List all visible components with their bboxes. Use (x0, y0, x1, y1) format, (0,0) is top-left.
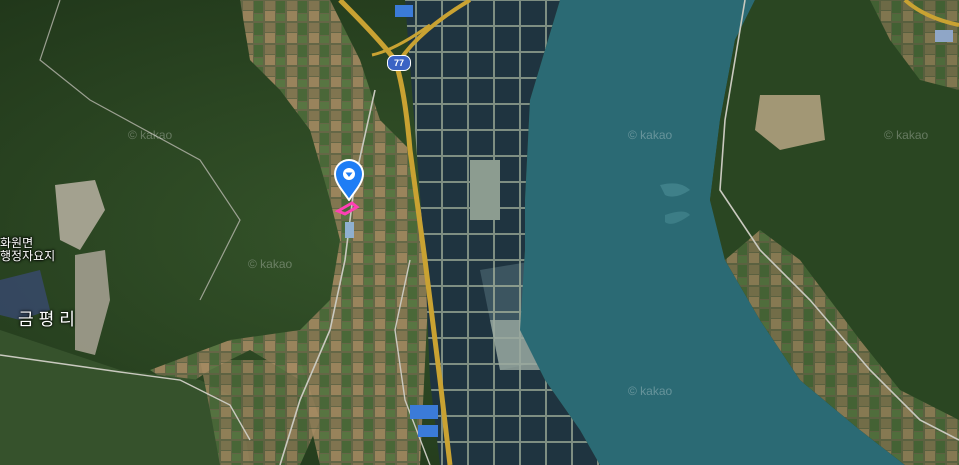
place-label-hwawon[interactable]: 화원면 행정자요지 (0, 237, 55, 263)
district-label-geumpyeong: 금평리 (18, 310, 80, 329)
place-label-line2: 행정자요지 (0, 249, 56, 263)
map-canvas[interactable]: 77 화원면 행정자요지 금평리 © kakao © kakao © kakao… (0, 0, 959, 465)
kakao-watermark: © kakao (884, 128, 929, 142)
location-pin-icon[interactable] (332, 159, 366, 202)
kakao-watermark: © kakao (248, 257, 293, 271)
kakao-watermark: © kakao (628, 384, 673, 398)
satellite-imagery (0, 0, 959, 465)
route-77-shield-icon: 77 (387, 55, 411, 71)
kakao-watermark: © kakao (128, 128, 173, 142)
kakao-watermark: © kakao (628, 128, 673, 142)
